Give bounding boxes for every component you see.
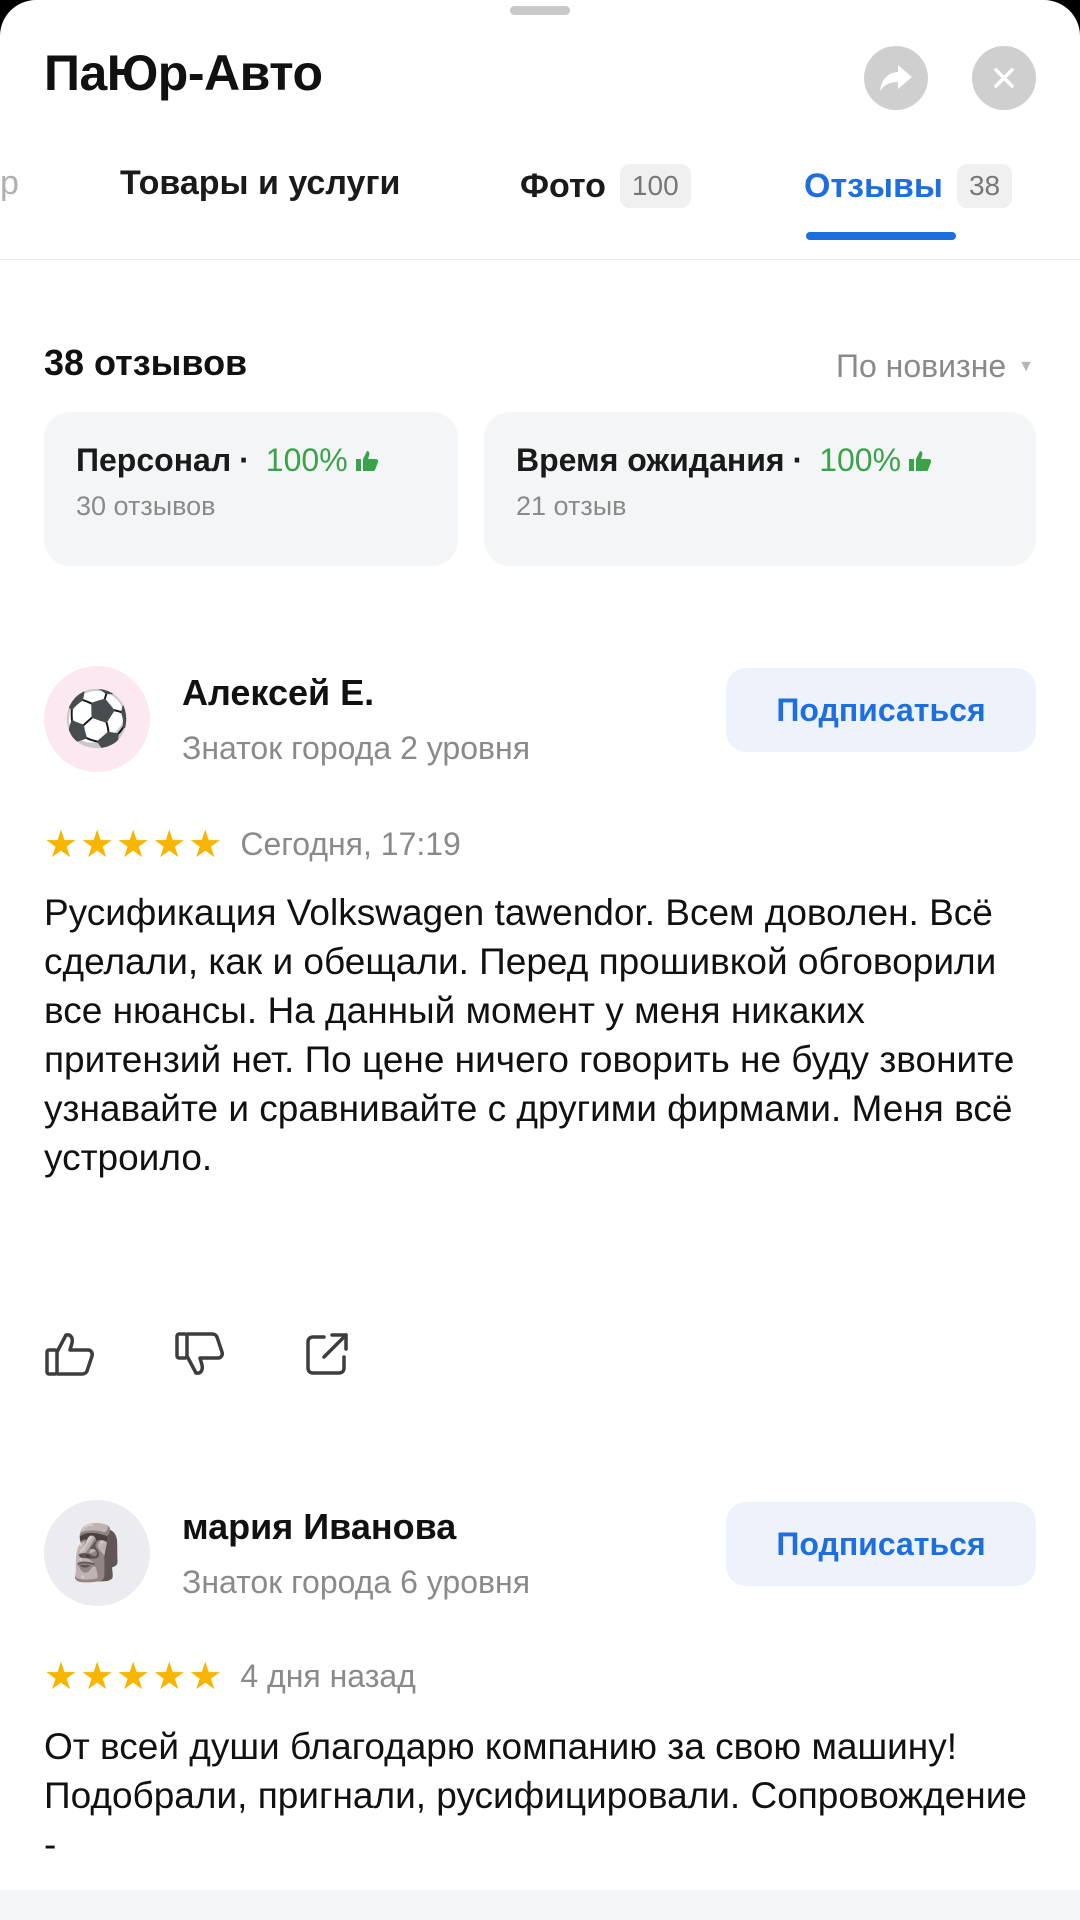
tab-label: Отзывы <box>804 166 943 205</box>
thumbs-up-icon <box>909 450 932 471</box>
subscribe-button[interactable]: Подписаться <box>726 668 1036 752</box>
active-tab-indicator <box>806 232 956 240</box>
review-author[interactable]: мария Иванова <box>182 1506 456 1548</box>
bottom-bar-edge <box>0 1890 1080 1920</box>
sort-label: По новизне <box>835 348 1007 384</box>
dislike-icon[interactable] <box>174 1330 226 1378</box>
aspect-reviews-count: 21 отзыв <box>516 491 627 521</box>
aspect-card-waiting[interactable]: Время ожидания · 100% 21 отзыв <box>484 412 1036 566</box>
avatar[interactable]: 🗿 <box>44 1500 150 1606</box>
reviews-count-badge: 38 <box>956 164 1013 208</box>
subscribe-button[interactable]: Подписаться <box>726 1502 1036 1586</box>
tab-products[interactable]: Товары и услуги <box>120 164 400 203</box>
page-title: ПаЮр-Авто <box>44 45 323 101</box>
review-text: От всей души благодарю компанию за свою … <box>44 1726 1027 1865</box>
like-icon[interactable] <box>44 1330 96 1378</box>
tab-overview-partial[interactable]: р <box>0 164 19 203</box>
sort-dropdown[interactable]: По новизне ▼ <box>836 348 1034 385</box>
share-review-icon[interactable] <box>304 1331 350 1377</box>
rating-row: ★★★★★ 4 дня назад <box>44 1654 416 1699</box>
star-rating: ★★★★★ <box>44 824 225 866</box>
place-card-sheet: ПаЮр-Авто р Товары и услуги Фото 100 Отз… <box>0 0 1080 1920</box>
tab-label: Товары и услуги <box>120 164 401 202</box>
review-author[interactable]: Алексей Е. <box>182 672 374 714</box>
tab-reviews[interactable]: Отзывы 38 <box>804 164 1013 208</box>
photo-count-badge: 100 <box>619 164 691 208</box>
tab-photo[interactable]: Фото 100 <box>520 164 691 208</box>
author-level: Знаток города 2 уровня <box>182 730 531 766</box>
aspect-name: Персонал <box>76 442 232 478</box>
review-actions <box>44 1330 350 1378</box>
aspect-reviews-count: 30 отзывов <box>76 491 216 521</box>
aspect-percent: 100% <box>265 442 348 478</box>
aspect-name: Время ожидания <box>516 442 785 478</box>
separator-dot: · <box>239 442 250 478</box>
aspect-card-staff[interactable]: Персонал · 100% 30 отзывов <box>44 412 458 566</box>
moai-statue-icon: 🗿 <box>63 1522 131 1583</box>
review-date: Сегодня, 17:19 <box>240 826 461 862</box>
share-arrow-icon <box>880 65 912 91</box>
soccer-ball-icon: ⚽ <box>63 688 131 749</box>
drag-handle[interactable] <box>510 6 570 15</box>
tab-label: р <box>0 164 19 202</box>
tab-bar: р Товары и услуги Фото 100 Отзывы 38 <box>0 150 1080 260</box>
star-rating: ★★★★★ <box>44 1656 225 1698</box>
review-date: 4 дня назад <box>240 1658 416 1694</box>
reviews-count-heading: 38 отзывов <box>44 342 248 383</box>
rating-row: ★★★★★ Сегодня, 17:19 <box>44 822 461 867</box>
close-icon <box>994 68 1014 88</box>
close-button[interactable] <box>972 46 1036 110</box>
aspect-percent: 100% <box>819 442 902 478</box>
share-button[interactable] <box>864 46 928 110</box>
avatar[interactable]: ⚽ <box>44 666 150 772</box>
thumbs-up-icon <box>355 450 378 471</box>
caret-down-icon: ▼ <box>1018 357 1034 375</box>
separator-dot: · <box>792 442 804 478</box>
tab-label: Фото <box>520 166 606 205</box>
review-text: Русификация Volkswagen tawendor. Всем до… <box>44 892 1015 1178</box>
author-level: Знаток города 6 уровня <box>182 1564 531 1600</box>
